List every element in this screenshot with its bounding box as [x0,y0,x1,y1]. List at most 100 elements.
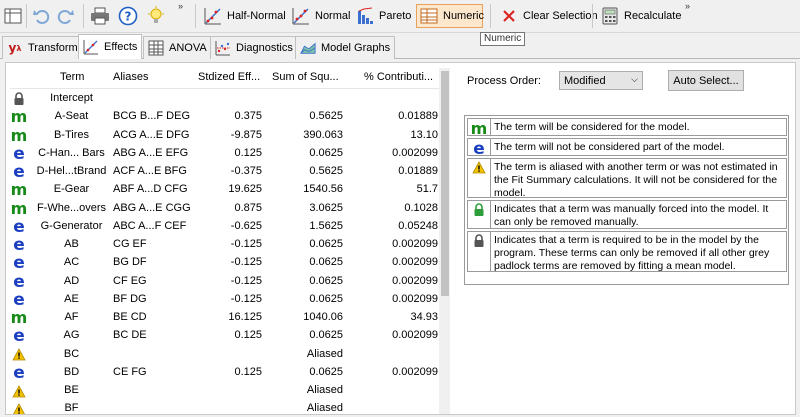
table-row[interactable]: m B-Tires ACG A...E DFG -9.875 390.063 13.10 [10,127,440,145]
term-status-icon-cell[interactable]: e [11,327,27,345]
term-status-icon-cell[interactable]: e [11,236,27,254]
toolbar-separator [26,4,27,28]
table-row[interactable]: e C-Han... Bars ABG A...E EFG 0.125 0.0625 0.… [10,145,440,163]
term-cell[interactable]: G-Generator [34,220,109,232]
table-row[interactable]: Intercept [10,90,440,108]
term-cell[interactable]: F-Whe...overs [34,202,109,214]
warning-icon [12,348,26,361]
term-cell[interactable]: D-Hel...tBrand [34,165,109,177]
tab-model-graphs[interactable]: Model Graphs [295,36,396,59]
term-status-icon-cell[interactable]: e [11,145,27,163]
sum-of-squares-cell: Aliased [306,347,343,360]
tab-effects[interactable]: Effects [78,34,143,59]
term-status-icon-cell[interactable]: m [11,309,28,327]
table-row[interactable]: e AB CG EF -0.125 0.0625 0.002099 [10,236,440,254]
toolbar-separator [83,4,84,28]
aliases-cell: BE CD [113,311,147,323]
vertical-scrollbar[interactable] [439,68,450,414]
undo-icon[interactable] [30,5,52,27]
term-status-icon-cell[interactable]: e [11,254,27,272]
term-status-icon-cell[interactable] [11,346,27,364]
table-row[interactable]: e AD CF EG -0.125 0.0625 0.002099 [10,273,440,291]
term-status-icon-cell[interactable]: e [11,364,27,382]
term-cell[interactable]: E-Gear [34,183,109,195]
table-row[interactable]: m A-Seat BCG B...F DEG 0.375 0.5625 0.01889 [10,108,440,126]
lightbulb-icon[interactable] [145,5,167,27]
toolbar-overflow-chevron[interactable]: » [685,1,690,11]
tab-transform[interactable]: yλ Transform [2,36,83,59]
clear-x-icon [500,7,518,25]
column-header-sum-of-squares[interactable]: Sum of Squ... [272,71,339,83]
table-row[interactable]: e BD CE FG 0.125 0.0625 0.002099 [10,364,440,382]
auto-select-button[interactable]: Auto Select... [668,70,744,91]
term-cell[interactable]: AD [34,275,109,287]
table-row[interactable]: BF Aliased [10,400,440,414]
term-status-icon-cell[interactable]: e [11,218,27,236]
legend-row: Indicates that a term is required to be … [467,231,787,272]
table-row[interactable]: BC Aliased [10,346,440,364]
term-status-icon-cell[interactable] [11,382,27,400]
column-header-term[interactable]: Term [60,71,84,83]
help-icon[interactable]: ? [117,5,139,27]
aliases-cell: CF EG [113,274,147,287]
normal-button[interactable]: Normal [289,4,353,28]
term-cell[interactable]: Intercept [34,92,109,104]
toolbar-overflow-chevron[interactable]: » [178,1,183,11]
column-header-aliases[interactable]: Aliases [113,71,148,83]
term-cell[interactable]: C-Han... Bars [34,147,109,159]
table-row[interactable]: BE Aliased [10,382,440,400]
error-term-e-icon: e [13,143,25,164]
term-cell[interactable]: BC [34,348,109,360]
process-order-select[interactable]: Modified ⌵ [559,71,643,90]
numeric-button[interactable]: Numeric [416,4,484,28]
term-status-icon-cell[interactable]: m [11,108,28,126]
clear-selection-button[interactable]: Clear Selection [497,4,601,28]
term-status-icon-cell[interactable]: m [11,200,28,218]
pareto-button[interactable]: Pareto [353,4,414,28]
term-status-icon-cell[interactable] [11,90,27,108]
term-cell[interactable]: AG [34,329,109,341]
term-cell[interactable]: AB [34,238,109,250]
stdized-effect-cell: -0.125 [230,274,262,287]
recalculate-button[interactable]: Recalculate [598,4,684,28]
table-row[interactable]: e D-Hel...tBrand ACF A...E BFG -0.375 0.5625… [10,163,440,181]
term-status-icon-cell[interactable]: e [11,163,27,181]
term-cell[interactable]: AE [34,293,109,305]
term-status-icon-cell[interactable]: m [11,127,28,145]
tab-anova[interactable]: ANOVA [143,36,212,59]
column-header-pct-contribution[interactable]: % Contributi... [364,71,433,83]
error-term-e-icon: e [13,326,25,347]
toolbar-separator [490,4,491,28]
term-cell[interactable]: AC [34,256,109,268]
error-term-e-icon: e [13,235,25,255]
term-status-icon-cell[interactable]: e [11,291,27,309]
term-cell[interactable]: A-Seat [34,110,109,122]
term-status-icon-cell[interactable] [11,400,27,414]
term-status-icon-cell[interactable]: m [11,181,28,199]
term-cell[interactable]: BF [34,402,109,414]
half-normal-button[interactable]: Half-Normal [201,4,289,28]
table-row[interactable]: e G-Generator ABC A...F CEF -0.625 1.5625 0.0… [10,218,440,236]
stdized-effect-cell: -0.375 [230,165,262,177]
table-row[interactable]: m F-Whe...overs ABG A...E CGG 0.875 3.0625 0.… [10,200,440,218]
pct-contribution-cell: 0.002099 [392,329,438,342]
stdized-effect-cell: -9.875 [230,128,262,141]
tab-diagnostics[interactable]: Diagnostics [210,36,298,59]
print-icon[interactable] [89,5,111,27]
column-header-stdized-effect[interactable]: Stdized Eff... [198,71,260,83]
table-row[interactable]: m AF BE CD 16.125 1040.06 34.93 [10,309,440,327]
term-cell[interactable]: BD [34,366,109,378]
term-cell[interactable]: AF [34,311,109,323]
table-row[interactable]: e AC BG DF -0.125 0.0625 0.002099 [10,254,440,272]
table-row[interactable]: e AE BF DG -0.125 0.0625 0.002099 [10,291,440,309]
term-cell[interactable]: B-Tires [34,129,109,141]
error-term-e-icon: e [13,289,25,310]
term-cell[interactable]: BE [34,384,109,396]
tab-bar: yλ Transform Effects ANOVA Diagnostics M… [0,34,800,59]
term-status-icon-cell[interactable]: e [11,273,27,291]
redo-icon[interactable] [55,5,77,27]
scrollbar-thumb[interactable] [441,71,449,296]
table-row[interactable]: m E-Gear ABF A...D CFG 19.625 1540.56 51.7 [10,181,440,199]
table-row[interactable]: e AG BC DE 0.125 0.0625 0.002099 [10,327,440,345]
columns-icon[interactable] [2,5,24,27]
